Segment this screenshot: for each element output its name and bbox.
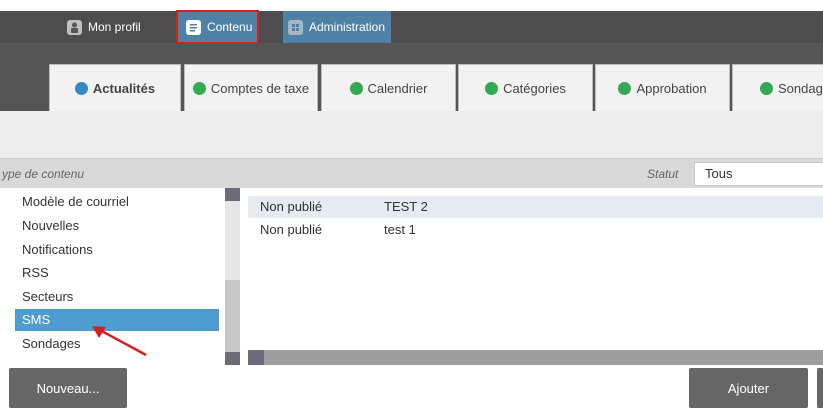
tab-comptes-de-taxe[interactable]: Comptes de taxe <box>184 64 318 111</box>
list-item[interactable]: RSS <box>15 262 219 284</box>
tab-actualites[interactable]: Actualités <box>49 64 181 111</box>
list-item[interactable]: Modèle de courriel <box>15 191 219 213</box>
tab-label: Approbation <box>636 80 707 96</box>
scroll-left-arrow[interactable] <box>248 350 264 365</box>
tab-label: Calendrier <box>367 80 428 96</box>
toolbar-area <box>0 111 823 158</box>
admin-icon <box>288 19 303 35</box>
annotation-arrow-icon <box>92 326 147 357</box>
row-status: Non publié <box>260 222 323 237</box>
nav-contenu[interactable]: Contenu <box>175 10 260 44</box>
content-horizontal-scrollbar[interactable] <box>248 350 823 365</box>
scroll-thumb[interactable] <box>225 280 240 352</box>
extra-button[interactable] <box>817 368 823 408</box>
list-item[interactable]: Notifications <box>15 239 219 261</box>
tab-label: Sondag <box>778 80 823 96</box>
new-content-button[interactable]: Nouveau... <box>9 368 127 408</box>
tab-categories[interactable]: Catégories <box>458 64 593 111</box>
filter-bar: ype de contenu Statut Tous <box>0 158 823 188</box>
tab-approbation[interactable]: Approbation <box>595 64 730 111</box>
leaf-icon <box>192 81 206 95</box>
tab-label: Catégories <box>503 80 566 96</box>
row-name: TEST 2 <box>384 199 428 214</box>
add-button[interactable]: Ajouter <box>689 368 808 408</box>
scroll-up-arrow[interactable] <box>225 188 240 201</box>
nav-mon-profil[interactable]: Mon profil <box>67 11 141 43</box>
content-items-list: Non publié TEST 2 Non publié test 1 <box>248 188 823 350</box>
nav-mon-profil-label: Mon profil <box>88 20 141 34</box>
content-type-scrollbar[interactable] <box>225 188 240 365</box>
top-navigation-bar: Mon profil Contenu Administration <box>0 10 823 44</box>
leaf-icon <box>349 81 363 95</box>
user-icon <box>67 19 82 35</box>
statut-select[interactable]: Tous <box>694 162 823 186</box>
tab-label: Actualités <box>92 80 156 96</box>
list-item[interactable]: Nouvelles <box>15 215 219 237</box>
tab-sondages[interactable]: Sondag <box>732 64 823 111</box>
statut-label: Statut <box>647 167 679 181</box>
module-tabs-bar: Actualités Comptes de taxe Calendrier Ca… <box>0 43 823 111</box>
document-icon <box>186 19 201 35</box>
table-row[interactable]: Non publié TEST 2 <box>248 196 823 218</box>
table-row[interactable]: Non publié test 1 <box>248 219 823 241</box>
nav-administration-label: Administration <box>309 20 386 34</box>
leaf-icon <box>760 81 773 95</box>
list-item[interactable]: Secteurs <box>15 286 219 308</box>
row-name: test 1 <box>384 222 416 237</box>
tab-calendrier[interactable]: Calendrier <box>321 64 456 111</box>
leaf-icon <box>485 81 499 95</box>
row-status: Non publié <box>260 199 323 214</box>
home-icon <box>74 81 88 95</box>
tab-label: Comptes de taxe <box>210 80 310 96</box>
app-root: Mon profil Contenu Administration Actual… <box>0 0 823 410</box>
leaf-icon <box>618 81 632 95</box>
content-type-header: ype de contenu <box>2 167 85 181</box>
nav-administration[interactable]: Administration <box>283 11 392 43</box>
scroll-down-arrow[interactable] <box>225 352 240 365</box>
nav-contenu-label: Contenu <box>207 20 253 34</box>
